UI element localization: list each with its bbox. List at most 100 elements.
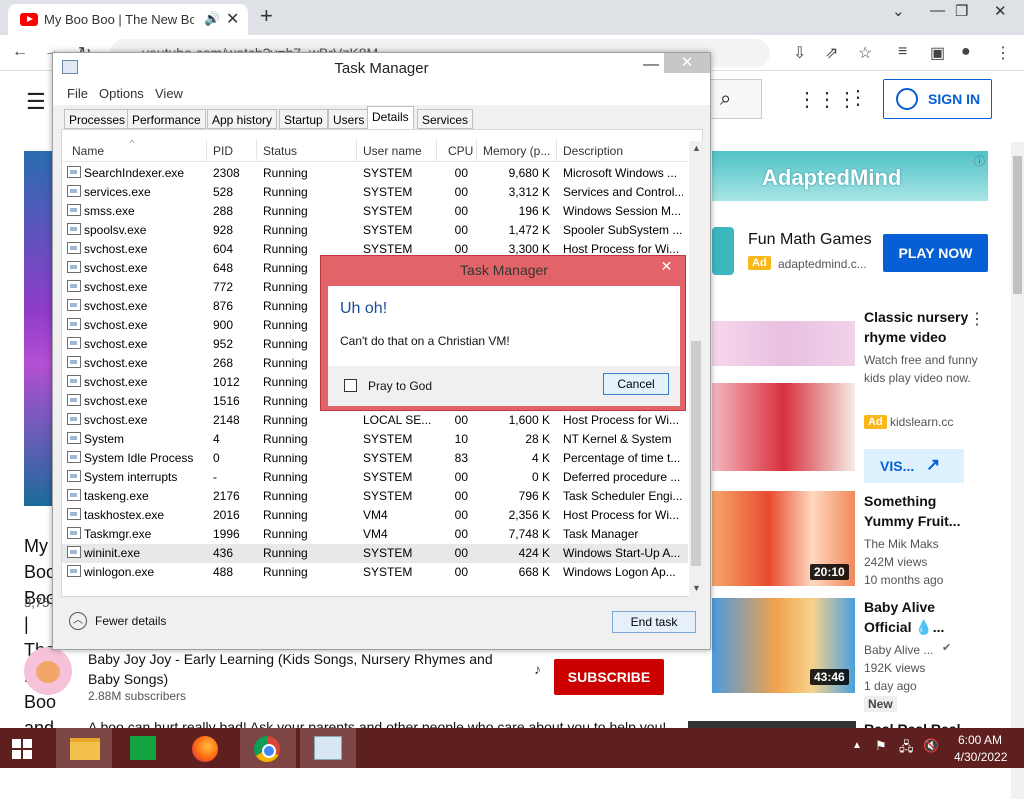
suggestion-title[interactable]: Baby Alive Official 💧... [864,597,979,637]
volume-muted-icon[interactable]: 🔇 [923,738,939,754]
column-user-name[interactable]: User name [363,144,422,158]
list-scrollbar[interactable]: ▲ ▼ [689,141,703,597]
next-suggestion-thumbnail[interactable] [688,721,856,728]
menu-view[interactable]: View [155,86,183,101]
tab-services[interactable]: Services [417,109,474,129]
restore-window-icon[interactable]: ❐ [955,2,968,20]
close-icon[interactable]: ✕ [664,53,710,73]
tab-details[interactable]: Details [367,106,414,130]
menu-options[interactable]: Options [99,86,144,101]
table-row[interactable]: wininit.exe 436 Running SYSTEM 00 424 K Window… [62,544,688,563]
chevron-up-icon[interactable]: ︿ [69,612,87,630]
table-row[interactable]: System interrupts - Running SYSTEM 00 0 K Defe… [62,468,688,487]
column-cpu[interactable]: CPU [448,144,473,158]
file-explorer-button[interactable] [56,728,112,768]
subscribe-button[interactable]: SUBSCRIBE [554,659,664,695]
table-row[interactable]: smss.exe 288 Running SYSTEM 00 196 K Windows S… [62,202,688,221]
close-window-icon[interactable]: ✕ [994,2,1007,20]
ad-banner[interactable]: AdaptedMind [712,151,988,201]
channel-name[interactable]: Baby Joy Joy - Early Learning (Kids Song… [88,649,528,689]
audio-playing-icon[interactable]: 🔊 [204,11,220,27]
suggestion-channel[interactable]: Baby Alive ... [864,641,984,659]
ad2-title[interactable]: Classic nursery rhyme video [864,307,979,347]
pray-checkbox-label[interactable]: Pray to God [368,379,432,393]
tab-performance[interactable]: Performance [127,109,206,129]
ad-info-icon[interactable]: ⓘ [974,153,985,169]
ad2-thumbnail-top[interactable] [712,321,855,366]
tab-search-chevron-icon[interactable]: ⌄ [892,2,905,20]
back-icon[interactable]: ← [12,43,28,61]
next-suggestion-title[interactable]: Real Real Real... [864,721,972,728]
ad2-thumbnail-bottom[interactable] [712,383,855,471]
pray-checkbox[interactable] [344,379,357,392]
ad2-more-icon[interactable]: ⋮ [969,309,985,329]
ad-title[interactable]: Fun Math Games [748,231,872,249]
task-manager-titlebar[interactable]: Task Manager — ✕ [53,53,710,83]
bookmark-star-icon[interactable]: ☆ [858,43,872,63]
firefox-button[interactable] [178,728,234,768]
scroll-up-icon[interactable]: ▲ [692,143,701,153]
profile-icon[interactable]: ● [961,43,971,61]
sign-in-button[interactable]: SIGN IN [883,79,992,119]
table-row[interactable]: taskeng.exe 2176 Running SYSTEM 00 796 K Task … [62,487,688,506]
menu-file[interactable]: File [67,86,88,101]
tab-processes[interactable]: Processes [64,109,131,129]
share-icon[interactable]: ⇗ [825,43,838,63]
list-scrollbar-thumb[interactable] [691,341,701,566]
side-panel-icon[interactable]: ▣ [930,43,945,63]
suggestion-title[interactable]: Something Yummy Fruit... [864,491,979,531]
column-status[interactable]: Status [263,144,297,158]
dialog-close-icon[interactable]: ✕ [650,256,683,276]
channel-avatar[interactable] [24,647,72,695]
action-center-flag-icon[interactable]: ⚑ [875,738,887,754]
network-icon[interactable]: 🖧 [899,738,914,760]
show-hidden-icons-icon[interactable]: ▲ [852,740,862,751]
scroll-down-icon[interactable]: ▼ [692,583,701,593]
column-pid[interactable]: PID [213,144,233,158]
clock-date[interactable]: 4/30/2022 [954,750,1007,764]
table-row[interactable]: taskhostex.exe 2016 Running VM4 00 2,356 K Hos… [62,506,688,525]
page-scrollbar-thumb[interactable] [1013,156,1022,294]
table-row[interactable]: System 4 Running SYSTEM 10 28 K NT Kernel & Sy… [62,430,688,449]
visit-site-button[interactable]: VIS... ↗ [864,449,964,483]
menu-hamburger-icon[interactable]: ☰ [26,89,46,115]
minimize-icon[interactable]: — [643,56,659,74]
process-name: SearchIndexer.exe [84,166,185,180]
page-scrollbar[interactable] [1011,142,1024,799]
chrome-button[interactable] [240,728,296,768]
ad-thumbnail[interactable] [712,227,734,275]
table-row[interactable]: svchost.exe 2148 Running LOCAL SE... 00 1,600… [62,411,688,430]
table-row[interactable]: Taskmgr.exe 1996 Running VM4 00 7,748 K Task M… [62,525,688,544]
media-control-icon[interactable]: ≡ [898,43,907,61]
suggestion-channel[interactable]: The Mik Maks [864,535,984,553]
start-button[interactable] [0,728,56,768]
tab-users[interactable]: Users [328,109,370,129]
browser-tab[interactable]: My Boo Boo | The New Boo 🔊 ✕ [8,4,248,35]
tab-startup[interactable]: Startup [279,109,328,129]
store-button[interactable] [116,728,172,768]
tab-app-history[interactable]: App history [207,109,278,129]
table-row[interactable]: services.exe 528 Running SYSTEM 00 3,312 K Ser… [62,183,688,202]
process-pid: 648 [213,261,234,275]
task-manager-taskbar-button[interactable] [300,728,356,768]
column-name[interactable]: Name [72,144,104,158]
install-icon[interactable]: ⇩ [793,43,806,63]
table-row[interactable]: SearchIndexer.exe 2308 Running SYSTEM 00 9,68… [62,164,688,183]
play-now-button[interactable]: PLAY NOW [883,234,988,272]
settings-more-icon[interactable]: ⋮ [848,85,868,110]
process-name: svchost.exe [84,280,148,294]
chrome-menu-icon[interactable]: ⋮ [995,43,1011,63]
cancel-button[interactable]: Cancel [603,373,669,395]
close-tab-icon[interactable]: ✕ [226,9,239,29]
column-memory[interactable]: Memory (p... [483,144,550,158]
new-tab-button[interactable]: + [260,3,273,29]
minimize-window-icon[interactable]: — [930,2,945,19]
table-row[interactable]: System Idle Process 0 Running SYSTEM 83 4 K Pe… [62,449,688,468]
column-description[interactable]: Description [563,144,623,158]
end-task-button[interactable]: End task [612,611,696,633]
process-description: Windows Logon Ap... [563,565,676,579]
table-row[interactable]: winlogon.exe 488 Running SYSTEM 00 668 K Windo… [62,563,688,582]
fewer-details-link[interactable]: Fewer details [95,614,166,628]
clock-time[interactable]: 6:00 AM [958,733,1002,747]
table-row[interactable]: spoolsv.exe 928 Running SYSTEM 00 1,472 K Spoo… [62,221,688,240]
